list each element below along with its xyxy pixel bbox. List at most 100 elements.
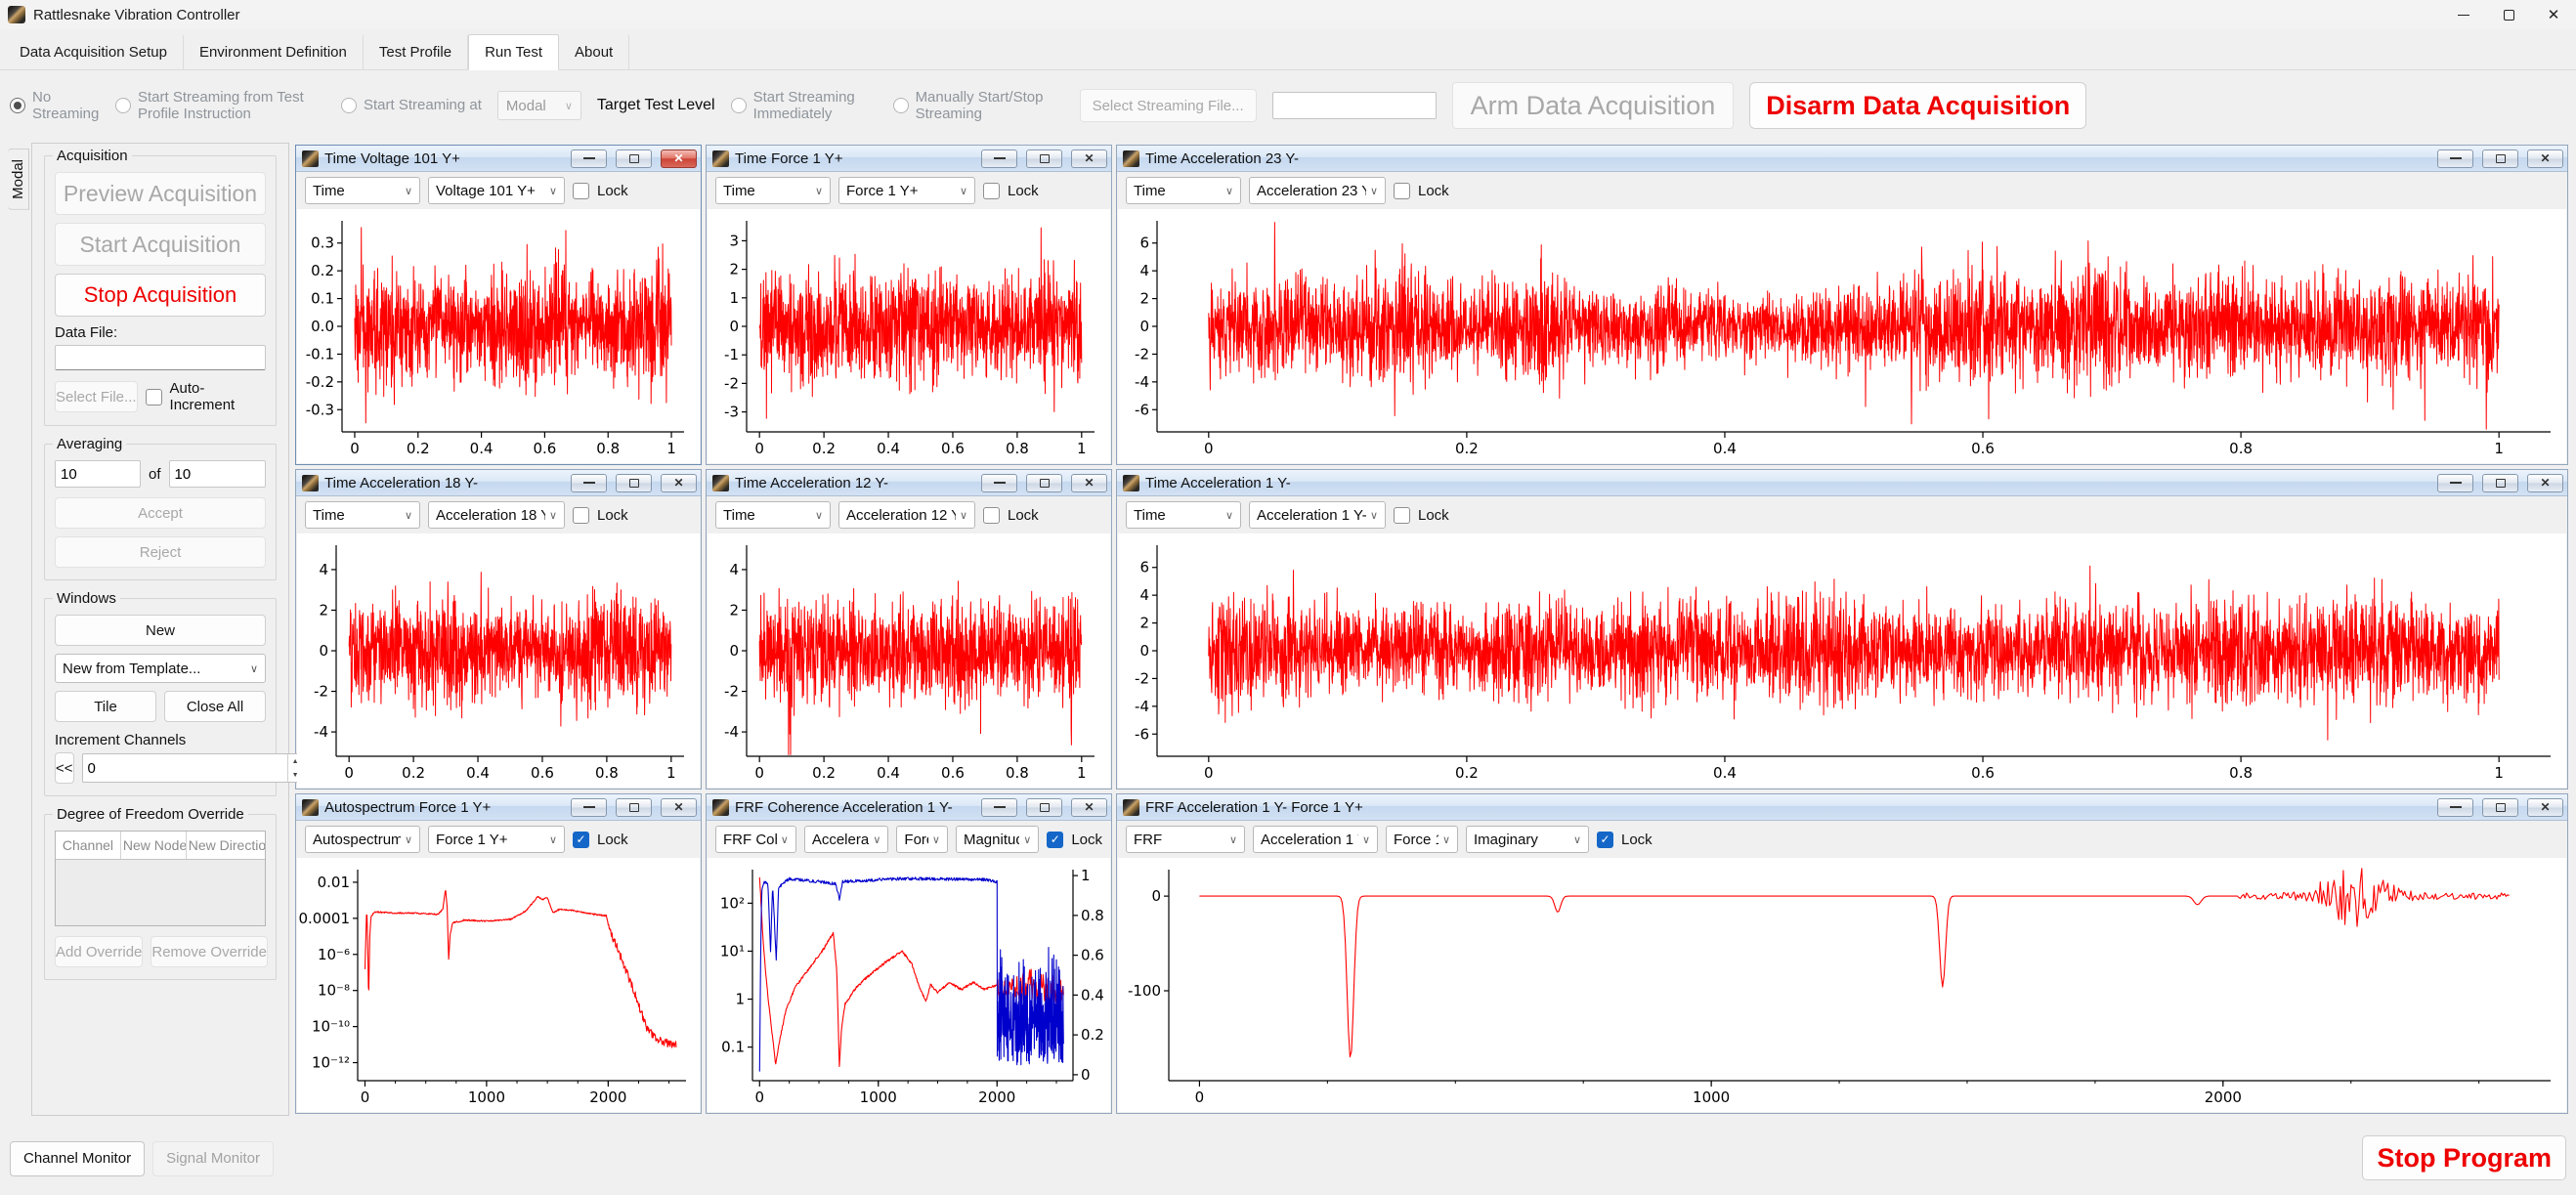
add-override-button[interactable]: Add Override [55,936,143,967]
streaming-file-input[interactable] [1272,92,1437,119]
plot-select-1[interactable]: Acceleration 1 Y-∨ [804,826,889,853]
plot-select-2[interactable]: Force 1 `∨ [896,826,948,853]
plot-window-close-button[interactable]: ✕ [1071,149,1107,168]
plot-window-titlebar[interactable]: Autospectrum Force 1 Y+ ✕ [296,794,701,821]
lock-checkbox[interactable] [573,507,589,524]
data-file-input[interactable] [55,345,266,370]
arm-data-acquisition-button[interactable]: Arm Data Acquisition [1452,82,1735,129]
averages-current-input[interactable] [55,460,141,488]
plot-window-maximize-button[interactable] [2482,474,2518,492]
plot-window-minimize-button[interactable] [2437,149,2473,168]
accept-button[interactable]: Accept [55,497,266,529]
tab-test-profile[interactable]: Test Profile [364,35,468,69]
plot-select-0[interactable]: FRF Coherence∨ [715,826,796,853]
remove-override-button[interactable]: Remove Override [150,936,268,967]
window-minimize-button[interactable] [2441,0,2486,29]
plot-window-minimize-button[interactable] [571,149,607,168]
lock-checkbox[interactable]: ✓ [573,832,589,848]
plot-canvas[interactable]: 0100020000.010.000110⁻⁶10⁻⁸10⁻¹⁰10⁻¹² [297,858,700,1112]
plot-canvas[interactable]: 00.20.40.60.810.30.20.10.0-0.1-0.2-0.3 [297,209,700,463]
close-all-button[interactable]: Close All [164,691,266,722]
plot-canvas[interactable]: 0100020000-100 [1118,858,2566,1112]
plot-canvas[interactable]: 01000200010²10¹10.110.80.60.40.20 [708,858,1110,1112]
plot-select-1[interactable]: Force 1 Y+∨ [838,177,975,204]
lock-checkbox[interactable] [573,183,589,199]
plot-select-0[interactable]: Time∨ [305,501,420,529]
radio-start-streaming-from-profile[interactable]: Start Streaming from Test Profile Instru… [115,89,325,123]
tab-data-acquisition-setup[interactable]: Data Acquisition Setup [4,35,184,69]
plot-canvas[interactable]: 00.20.40.60.81420-2-4 [708,533,1110,788]
plot-window-maximize-button[interactable] [616,149,652,168]
sidebar-vertical-tab-modal[interactable]: Modal [8,149,29,210]
tile-button[interactable]: Tile [55,691,156,722]
lock-checkbox[interactable] [1394,507,1410,524]
window-maximize-button[interactable] [2486,0,2531,29]
start-acquisition-button[interactable]: Start Acquisition [55,223,266,266]
plot-select-3[interactable]: Magnitude∨ [956,826,1039,853]
reject-button[interactable]: Reject [55,536,266,568]
plot-window-close-button[interactable]: ✕ [1071,474,1107,492]
channel-increment-input[interactable] [83,754,287,782]
plot-window-maximize-button[interactable] [2482,798,2518,817]
select-file-button[interactable]: Select File... [55,381,138,412]
radio-manually-start-stop[interactable]: Manually Start/Stop Streaming [893,89,1064,123]
plot-window-maximize-button[interactable] [616,798,652,817]
radio-no-streaming[interactable]: No Streaming [10,89,100,123]
plot-select-0[interactable]: Autospectrum∨ [305,826,420,853]
plot-window-minimize-button[interactable] [2437,798,2473,817]
plot-select-1[interactable]: Acceleration 12 Y-∨ [838,501,975,529]
plot-window-close-button[interactable]: ✕ [1071,798,1107,817]
plot-select-0[interactable]: FRF∨ [1126,826,1245,853]
plot-window-close-button[interactable]: ✕ [661,798,697,817]
disarm-data-acquisition-button[interactable]: Disarm Data Acquisition [1749,82,2086,129]
plot-select-3[interactable]: Imaginary∨ [1466,826,1589,853]
dof-override-table[interactable]: Channel New Node New Direction [55,831,266,926]
preview-acquisition-button[interactable]: Preview Acquisition [55,172,266,215]
window-close-button[interactable]: ✕ [2531,0,2576,29]
plot-window-titlebar[interactable]: FRF Acceleration 1 Y- Force 1 Y+ ✕ [1117,794,2567,821]
decrement-channels-button[interactable]: << [55,752,74,784]
plot-window-close-button[interactable]: ✕ [2527,149,2563,168]
plot-window-titlebar[interactable]: FRF Coherence Acceleration 1 Y- ✕ [707,794,1111,821]
new-from-template-select[interactable]: New from Template... ∨ [55,654,266,683]
plot-select-0[interactable]: Time∨ [1126,177,1241,204]
lock-checkbox[interactable] [983,507,1000,524]
plot-window-close-button[interactable]: ✕ [661,149,697,168]
plot-select-1[interactable]: Force 1 Y+∨ [428,826,565,853]
lock-checkbox[interactable]: ✓ [1597,832,1613,848]
plot-select-1[interactable]: Voltage 101 Y+∨ [428,177,565,204]
plot-window-minimize-button[interactable] [981,149,1017,168]
plot-canvas[interactable]: 00.20.40.60.816420-2-4-6 [1118,209,2566,463]
plot-window-minimize-button[interactable] [2437,474,2473,492]
radio-start-streaming-at[interactable]: Start Streaming at [341,97,482,113]
plot-canvas[interactable]: 00.20.40.60.813210-1-2-3 [708,209,1110,463]
plot-select-0[interactable]: Time∨ [715,177,831,204]
lock-checkbox[interactable] [983,183,1000,199]
plot-select-0[interactable]: Time∨ [305,177,420,204]
plot-window-maximize-button[interactable] [616,474,652,492]
tab-signal-monitor[interactable]: Signal Monitor [152,1141,274,1176]
select-streaming-file-button[interactable]: Select Streaming File... [1080,89,1257,122]
averages-total-input[interactable] [169,460,266,488]
plot-window-titlebar[interactable]: Time Voltage 101 Y+ ✕ [296,146,701,172]
plot-canvas[interactable]: 00.20.40.60.816420-2-4-6 [1118,533,2566,788]
radio-start-streaming-immediately[interactable]: Start Streaming Immediately [731,89,878,123]
plot-select-0[interactable]: Time∨ [715,501,831,529]
plot-window-maximize-button[interactable] [1026,798,1062,817]
plot-window-close-button[interactable]: ✕ [2527,798,2563,817]
stop-acquisition-button[interactable]: Stop Acquisition [55,274,266,317]
tab-environment-definition[interactable]: Environment Definition [184,35,364,69]
plot-window-titlebar[interactable]: Time Acceleration 23 Y- ✕ [1117,146,2567,172]
plot-window-titlebar[interactable]: Time Acceleration 18 Y- ✕ [296,470,701,496]
auto-increment-checkbox[interactable] [146,389,162,405]
plot-select-1[interactable]: Acceleration 1 Y-∨ [1249,501,1386,529]
plot-window-minimize-button[interactable] [571,798,607,817]
plot-window-titlebar[interactable]: Time Acceleration 1 Y- ✕ [1117,470,2567,496]
plot-select-2[interactable]: Force 1 `∨ [1386,826,1458,853]
lock-checkbox[interactable]: ✓ [1047,832,1063,848]
plot-window-close-button[interactable]: ✕ [661,474,697,492]
plot-window-maximize-button[interactable] [1026,149,1062,168]
plot-window-minimize-button[interactable] [571,474,607,492]
lock-checkbox[interactable] [1394,183,1410,199]
plot-window-titlebar[interactable]: Time Acceleration 12 Y- ✕ [707,470,1111,496]
